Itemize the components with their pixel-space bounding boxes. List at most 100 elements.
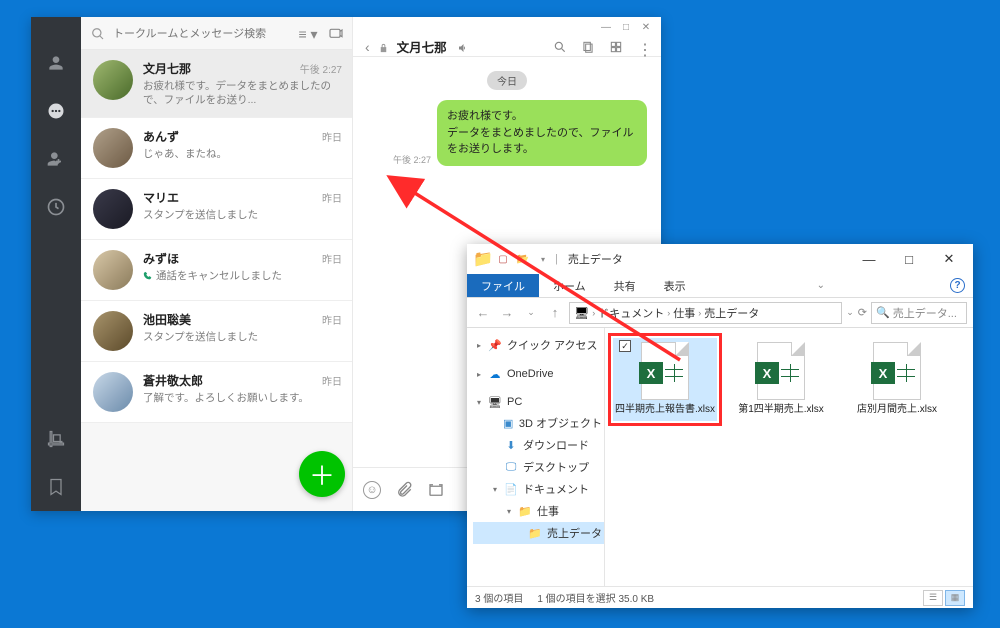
explorer-maximize-button[interactable]: □ [889,245,929,273]
add-friend-icon[interactable] [46,149,66,169]
view-icons-icon[interactable]: ▦ [945,590,965,606]
explorer-titlebar: 📁 ▢ 📂 ▾ | 売上データ — □ ✕ [467,244,973,274]
chat-time: 昨日 [322,190,342,205]
search-row: ≡ ▾ [81,17,352,50]
new-message-fab[interactable]: ＋ [299,451,345,497]
pc-crumb-icon: 🖥 [574,306,589,320]
chat-item[interactable]: 蒼井敬太郎昨日 了解です。よろしくお願いします。 [81,362,352,423]
search-chat-icon[interactable] [553,40,567,54]
search-input[interactable] [113,28,288,40]
explorer-search[interactable]: 🔍 売上データ... [871,302,967,324]
tab-share[interactable]: 共有 [600,274,650,297]
minimize-button[interactable]: — [599,21,613,33]
tree-3d-objects[interactable]: ▣3D オブジェクト [473,412,604,434]
explorer-close-button[interactable]: ✕ [929,245,969,273]
chat-item[interactable]: 文月七那 午後 2:27 お疲れ様です。データをまとめましたので、ファイルをお送り… [81,50,352,118]
tree-onedrive[interactable]: ▸☁OneDrive [473,364,604,384]
bookmark-icon[interactable] [46,477,66,497]
file-label: 店別月間売上.xlsx [857,404,937,417]
chat-preview: お疲れ様です。データをまとめましたので、ファイルをお送り... [143,79,342,107]
qat-open-icon[interactable]: 📂 [515,251,531,267]
chat-name: マリエ [143,189,179,206]
file-item[interactable]: ✓ X 四半期売上報告書.xlsx [613,338,717,421]
chat-item[interactable]: みずほ昨日 通話をキャンセルしました [81,240,352,301]
tab-file[interactable]: ファイル [467,274,539,297]
avatar [93,311,133,351]
tree-quick-access[interactable]: ▸📌クイック アクセス [473,334,604,356]
message-row: 午後 2:27 お疲れ様です。データをまとめましたので、ファイルをお送りします。 [367,100,647,166]
sticker-icon[interactable]: ☺ [363,481,381,499]
tree-desktop[interactable]: 🖵デスクトップ [473,456,604,478]
ribbon-expand[interactable]: ⌄ [803,274,839,297]
notes-icon[interactable] [581,40,595,54]
header-actions: ⋮ [553,40,651,54]
explorer-title: 売上データ [568,251,623,267]
folder-app-icon: 📁 [475,251,491,267]
file-label: 第1四半期売上.xlsx [738,404,824,417]
chat-name: あんず [143,128,179,145]
chat-time: 昨日 [322,312,342,327]
chat-item[interactable]: あんず昨日 じゃあ、またね。 [81,118,352,179]
timeline-icon[interactable] [46,197,66,217]
tab-home[interactable]: ホーム [539,274,600,297]
file-explorer-window: 📁 ▢ 📂 ▾ | 売上データ — □ ✕ ファイル ホーム 共有 表示 ⌄ ?… [467,244,973,608]
qat-properties-icon[interactable]: ▢ [495,251,511,267]
tree-downloads[interactable]: ⬇ダウンロード [473,434,604,456]
message-time: 午後 2:27 [393,153,431,166]
menu-icon[interactable]: ⋮ [637,40,651,54]
line-sidebar [31,17,81,511]
selection-info: 1 個の項目を選択 35.0 KB [537,590,654,605]
ribbon-tabs: ファイル ホーム 共有 表示 ⌄ ? [467,274,973,298]
sort-button[interactable]: ≡ ▾ [296,25,320,43]
maximize-button[interactable]: □ [619,21,633,33]
tree-pc[interactable]: ▾🖥PC [473,392,604,412]
crumb[interactable]: 売上データ [704,305,759,321]
chat-name: 池田聡美 [143,311,191,328]
message-bubble: お疲れ様です。データをまとめましたので、ファイルをお送りします。 [437,100,647,166]
crumb[interactable]: ドキュメント [598,305,664,321]
item-count: 3 個の項目 [475,590,523,605]
crop-icon[interactable] [46,429,66,449]
chat-item[interactable]: 池田聡美昨日 スタンプを送信しました [81,301,352,362]
refresh-icon[interactable]: ⟳ [858,306,867,319]
volume-icon[interactable] [457,41,469,53]
avatar [93,372,133,412]
friends-icon[interactable] [46,53,66,73]
breadcrumb-dropdown-icon[interactable]: ⌄ [846,307,854,318]
breadcrumb[interactable]: 🖥 › ドキュメント › 仕事 › 売上データ [569,302,842,324]
albums-icon[interactable] [609,40,623,54]
nav-back-icon[interactable]: ← [473,305,493,320]
qat-dropdown-icon[interactable]: ▾ [535,251,551,267]
explorer-minimize-button[interactable]: — [849,245,889,273]
file-item[interactable]: X 店別月間売上.xlsx [845,338,949,421]
chat-name: 蒼井敬太郎 [143,372,203,389]
help-button[interactable]: ? [942,274,973,297]
excel-file-icon: X [641,342,689,400]
chat-time: 昨日 [322,129,342,144]
tree-documents[interactable]: ▾📄ドキュメント [473,478,604,500]
nav-recent-icon[interactable]: ⌄ [521,307,541,318]
chat-time: 昨日 [322,373,342,388]
view-details-icon[interactable]: ☰ [923,590,943,606]
chats-icon[interactable] [46,101,66,121]
crumb[interactable]: 仕事 [673,305,695,321]
chat-item[interactable]: マリエ昨日 スタンプを送信しました [81,179,352,240]
excel-file-icon: X [757,342,805,400]
tab-view[interactable]: 表示 [650,274,700,297]
avatar [93,60,133,100]
tree-sales-data[interactable]: 📁売上データ [473,522,604,544]
attach-icon[interactable] [395,481,413,499]
nav-forward-icon[interactable]: → [497,305,517,320]
search-icon: 🔍 [876,306,890,319]
tree-shigoto[interactable]: ▾📁仕事 [473,500,604,522]
chat-name: 文月七那 [143,60,191,77]
chat-time: 午後 2:27 [300,61,342,76]
capture-icon[interactable] [427,481,445,499]
nav-up-icon[interactable]: ↑ [545,305,565,320]
file-item[interactable]: X 第1四半期売上.xlsx [729,338,833,421]
back-icon[interactable]: ‹ [365,39,370,55]
file-checkbox-icon[interactable]: ✓ [619,340,631,352]
navigation-bar: ← → ⌄ ↑ 🖥 › ドキュメント › 仕事 › 売上データ ⌄ ⟳ 🔍 売上… [467,298,973,328]
new-chat-icon[interactable] [328,26,344,42]
close-button[interactable]: ✕ [639,21,653,33]
